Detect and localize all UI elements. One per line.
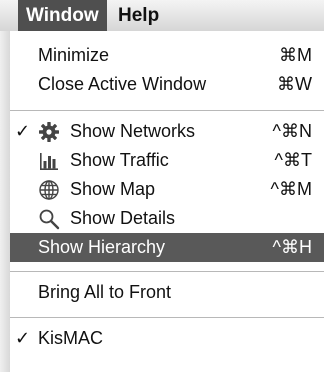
menu-item-shortcut: ^⌘H (272, 237, 312, 257)
menu-separator (10, 271, 324, 272)
globe-icon (38, 179, 60, 201)
menu-item-shortcut: ^⌘M (270, 179, 312, 199)
menu-item-show-traffic[interactable]: Show Traffic ^⌘T (10, 146, 324, 175)
checkmark-icon: ✓ (15, 121, 31, 141)
menu-left-edge (0, 31, 10, 372)
menu-item-shortcut: ^⌘T (274, 150, 312, 170)
window-menu: Minimize ⌘M Close Active Window ⌘W ✓ Sho… (10, 31, 324, 372)
menubar-help[interactable]: Help (110, 0, 167, 31)
menu-separator (10, 110, 324, 111)
menu-item-show-networks[interactable]: ✓ Show Networks ^⌘N (10, 117, 324, 146)
menu-item-bring-all-to-front[interactable]: Bring All to Front (10, 278, 324, 307)
menu-item-label: Close Active Window (38, 74, 207, 94)
menu-item-label: Show Details (70, 208, 176, 228)
menu-item-label: Show Traffic (70, 150, 169, 170)
menu-item-minimize[interactable]: Minimize ⌘M (10, 41, 324, 70)
menu-item-label: Show Map (70, 179, 156, 199)
menu-item-show-map[interactable]: Show Map ^⌘M (10, 175, 324, 204)
menu-item-show-hierarchy[interactable]: Show Hierarchy ^⌘H (10, 233, 324, 262)
menu-item-label: Minimize (38, 45, 110, 65)
menu-item-label: Show Networks (70, 121, 196, 141)
bar-chart-icon (38, 150, 60, 172)
gear-icon (38, 121, 60, 143)
menu-item-label: KisMAC (38, 328, 104, 348)
menu-item-shortcut: ^⌘N (272, 121, 312, 141)
menu-item-label: Show Hierarchy (38, 237, 166, 257)
checkmark-icon: ✓ (15, 328, 31, 348)
magnifier-icon (38, 208, 60, 230)
menu-item-label: Bring All to Front (38, 282, 172, 302)
menu-item-shortcut: ⌘W (277, 74, 312, 94)
menu-bar: Window Help (0, 0, 324, 32)
menu-item-kismac[interactable]: ✓ KisMAC (10, 324, 324, 353)
menu-item-show-details[interactable]: Show Details (10, 204, 324, 233)
menu-separator (10, 317, 324, 318)
menu-item-close-active-window[interactable]: Close Active Window ⌘W (10, 70, 324, 99)
menubar-window[interactable]: Window (18, 0, 107, 31)
menu-item-shortcut: ⌘M (279, 45, 312, 65)
